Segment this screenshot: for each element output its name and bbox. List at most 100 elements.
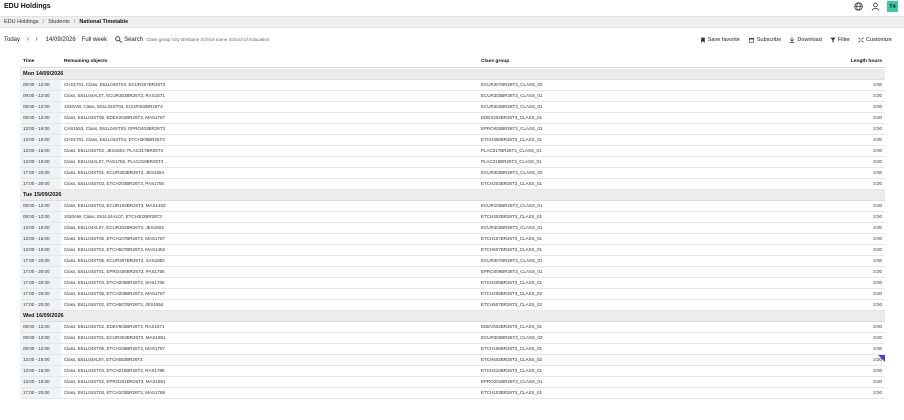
table-row[interactable]: 13:00 - 16:00 Class, E61L04ST03, ETCH210B…	[20, 366, 885, 377]
class-group-cell: EDEX202BR26T3_CLASS_01	[481, 115, 543, 120]
time-cell: 09:00 - 12:00	[20, 201, 61, 211]
time-cell: 09:00 - 12:00	[20, 91, 61, 101]
table-row[interactable]: 13:00 - 16:00 Class, E61L04ST02, ETCH507B…	[20, 245, 885, 256]
breadcrumb-separator: /	[42, 19, 45, 25]
length-cell: 3:00	[873, 247, 882, 252]
filter-button[interactable]: Filter	[830, 37, 850, 43]
objects-cell: Class, E61L04AL07, PAS1755, PLAC318BR26T…	[64, 159, 164, 164]
table-row[interactable]: 17:00 - 20:00 Class, E61L04ST03, ETCH205B…	[20, 278, 885, 289]
table-row[interactable]: 13:00 - 16:00 Class, E61L04AL07, ECUR302B…	[20, 223, 885, 234]
breadcrumb-item-students[interactable]: Students	[48, 19, 70, 25]
table-row[interactable]: 13:00 - 16:00 Class, E61L04AL07, PAS1755,…	[20, 157, 885, 168]
day-group-header[interactable]: Mon 14/09/2026	[20, 69, 885, 80]
table-row[interactable]: 13:00 - 16:00 CHS1701, Class, E61L04ST04,…	[20, 135, 885, 146]
class-group-cell: ETCH210BR26T3_CLASS_01	[481, 368, 543, 373]
search-query[interactable]: Class group City Brisbane School name Sc…	[146, 37, 269, 42]
table-row[interactable]: 09:00 - 12:00 Class, E61L04ST06, EDEX202B…	[20, 113, 885, 124]
time-cell: 09:00 - 12:00	[20, 102, 61, 112]
length-cell: 3:00	[873, 291, 882, 296]
table-row[interactable]: 17:00 - 20:00 Class, E61L04ST05, ECUR307B…	[20, 256, 885, 267]
date-selector[interactable]: 14/09/2026	[46, 37, 76, 43]
objects-cell: Class, E61L04ST03, ETCH210BR26T3, RAS178…	[64, 368, 165, 373]
day-group-header[interactable]: Wed 16/09/2026	[20, 311, 885, 322]
user-icon[interactable]	[870, 1, 881, 12]
objects-cell: Class, E61L04ST03, ETCH205BR26T3, SHS176…	[64, 280, 165, 285]
time-cell: 13:00 - 16:00	[20, 124, 61, 134]
class-group-cell: ETCH203BR26T3_CLASS_01	[481, 181, 543, 186]
save-favorite-button[interactable]: Save favorite	[700, 37, 740, 43]
time-cell: 17:00 - 20:00	[20, 168, 61, 178]
globe-icon[interactable]	[853, 1, 864, 12]
time-cell: 09:00 - 12:00	[20, 344, 61, 354]
time-cell: 13:00 - 16:00	[20, 146, 61, 156]
objects-cell: Class, E61L04ST02, ETCH507BR26T3, MAS145…	[64, 247, 166, 252]
table-row[interactable]: 17:00 - 20:00 Class, E61L04ST01, ECUR303B…	[20, 168, 885, 179]
table-row[interactable]: 09:00 - 12:00 Class, E61L04ST02, EDEV502B…	[20, 322, 885, 333]
table-header: Time Remaining objects Class group Lengt…	[20, 57, 885, 68]
table-row[interactable]: 09:00 - 12:00 CHS1701, Class, E61L04ST04,…	[20, 80, 885, 91]
table-row[interactable]: 17:00 - 20:00 Class, E61L04ST03, ETCH203B…	[20, 179, 885, 190]
table-row[interactable]: 17:00 - 20:00 Class, E61L04ST03, ETCH103B…	[20, 388, 885, 399]
length-cell: 3:00	[873, 225, 882, 230]
table-row[interactable]: 17:00 - 20:00 Class, E61L04ST02, ETCH507B…	[20, 300, 885, 311]
objects-cell: Class, E61L04ST02, EDEV502BR26T3, RAS157…	[64, 324, 165, 329]
table-row[interactable]: 13:00 - 16:00 Class, E61L04ST02, JES1504,…	[20, 146, 885, 157]
objects-cell: Class, E61L04ST03, ETCH203BR26T3, PAS175…	[64, 181, 164, 186]
class-group-cell: ETCH507BR26T3_CLASS_01	[481, 247, 543, 252]
class-group-cell: ETCH306BR26T3_CLASS_01	[481, 137, 543, 142]
table-row[interactable]: 09:00 - 12:00 Class, E61L04ST06, ETCH106B…	[20, 344, 885, 355]
time-cell: 09:00 - 12:00	[20, 212, 61, 222]
table-row[interactable]: 09:00 - 12:00 Class, E61L04ST03, ECUR103B…	[20, 201, 885, 212]
length-cell: 3:00	[873, 214, 882, 219]
objects-cell: Class, E61L04ST01, EPRO406BR26T3, PAS175…	[64, 269, 165, 274]
table-row[interactable]: 13:00 - 16:00 Class, E61L04ST06, ETCH107B…	[20, 234, 885, 245]
chevron-right-icon[interactable]: ›	[35, 36, 37, 43]
objects-cell: Class, E61L04ST01, ECUR303BR26T3, MAS185…	[64, 335, 166, 340]
objects-cell: 1020AW, Class, E61L04AL07, ETCH302BR26T3	[64, 214, 162, 219]
length-cell: 3:00	[873, 346, 882, 351]
column-header-length[interactable]: Length hours	[851, 59, 882, 64]
view-selector[interactable]: Full week	[82, 37, 107, 43]
class-group-cell: ETCH103BR26T3_CLASS_01	[481, 390, 543, 395]
column-header-objects[interactable]: Remaining objects	[64, 59, 107, 64]
today-button[interactable]: Today	[4, 37, 20, 43]
objects-cell: Class, E61L04ST06, ETCH106BR26T3, MAS178…	[64, 346, 166, 351]
length-cell: 3:00	[873, 126, 882, 131]
class-group-cell: ETCH107BR26T3_CLASS_01	[481, 236, 543, 241]
class-group-cell: PLAC318BR26T3_CLASS_01	[481, 159, 542, 164]
class-group-cell: ECUR402BR26T3_CLASS_01	[481, 104, 543, 109]
table-row[interactable]: 09:00 - 12:00 Class, E61L04AL07, ECUR303B…	[20, 91, 885, 102]
table-row[interactable]: 09:00 - 12:00 1020AW, Class, E61L04ST02, …	[20, 102, 885, 113]
objects-cell: Class, E61L04ST02, EPRO201BR26T3, MAS185…	[64, 379, 166, 384]
table-row[interactable]: 17:00 - 20:00 Class, E61L04ST01, EPRO406B…	[20, 267, 885, 278]
day-group-header[interactable]: Tue 15/09/2026	[20, 190, 885, 201]
table-row[interactable]: 17:00 - 20:00 Class, E61L04ST06, ETCH205B…	[20, 289, 885, 300]
chevron-left-icon[interactable]: ‹	[27, 36, 29, 43]
time-cell: 17:00 - 20:00	[20, 388, 61, 398]
breadcrumb-item-edu-holdings[interactable]: EDU Holdings	[4, 19, 39, 25]
download-label: Download	[797, 36, 822, 43]
column-header-class-group[interactable]: Class group	[481, 59, 509, 64]
subscribe-button[interactable]: Subscribe	[748, 37, 781, 43]
class-group-cell: ETCH205BR26T3_CLASS_02	[481, 291, 543, 296]
download-icon	[789, 36, 795, 43]
objects-cell: Class, E61L04ST01, ECUR303BR26T3, JES155…	[64, 170, 165, 175]
class-group-cell: ETCH507BR26T3_CLASS_02	[481, 302, 543, 307]
table-row[interactable]: 09:00 - 12:00 1020AW, Class, E61L04AL07, …	[20, 212, 885, 223]
search-button[interactable]: Search Class group City Brisbane School …	[115, 36, 269, 43]
column-header-time[interactable]: Time	[23, 59, 34, 64]
table-row[interactable]: 13:00 - 16:00 Class, E61L04ST02, EPRO201B…	[20, 377, 885, 388]
table-row[interactable]: 09:00 - 12:00 Class, E61L04ST01, ECUR303B…	[20, 333, 885, 344]
bookmark-icon	[700, 37, 705, 43]
objects-cell: Class, E61L04ST05, ECUR307BR26T3, SAS188…	[64, 258, 165, 263]
customize-button[interactable]: Customize	[858, 37, 892, 43]
time-cell: 17:00 - 20:00	[20, 256, 61, 266]
avatar[interactable]: T4	[887, 1, 898, 12]
objects-cell: Class, E61L04ST06, ETCH205BR26T3, MAS178…	[64, 291, 166, 296]
breadcrumb-current: National Timetable	[79, 19, 129, 25]
class-group-cell: ECUR303BR26T3_CLASS_02	[481, 170, 543, 175]
table-row[interactable]: 13:00 - 16:00 CAS1553, Class, E61L04ST03,…	[20, 124, 885, 135]
download-button[interactable]: Download	[789, 36, 822, 43]
time-cell: 13:00 - 16:00	[20, 245, 61, 255]
table-row[interactable]: 13:00 - 16:00 Class, E61L04AL07, ETCH502B…	[20, 355, 885, 366]
